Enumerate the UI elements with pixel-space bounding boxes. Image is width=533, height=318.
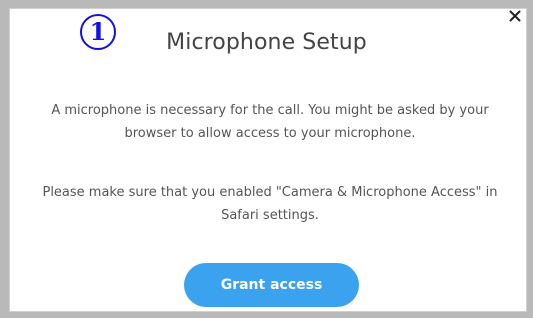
- dialog-title: Microphone Setup: [166, 30, 367, 55]
- close-icon: [509, 10, 521, 22]
- close-button[interactable]: [505, 6, 525, 26]
- grant-access-button[interactable]: Grant access: [184, 263, 359, 307]
- microphone-info-text: A microphone is necessary for the call. …: [51, 103, 489, 141]
- safari-settings-text: Please make sure that you enabled "Camer…: [42, 185, 498, 223]
